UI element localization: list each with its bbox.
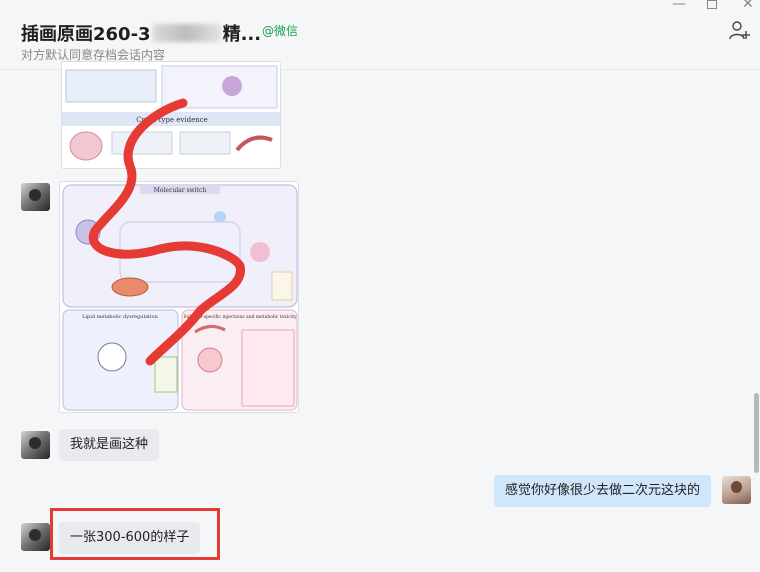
avatar-contact[interactable] — [21, 183, 50, 211]
wechat-tag: @微信 — [262, 24, 299, 38]
close-icon[interactable]: ✕ — [742, 0, 754, 12]
annotation-highlight-box — [50, 508, 220, 560]
message-list[interactable]: Cross-type evidence Molecular switch Lip… — [0, 61, 760, 572]
message-bubble[interactable]: 感觉你好像很少去做二次元这块的 — [493, 475, 711, 507]
avatar-self[interactable] — [722, 476, 751, 504]
maximize-icon[interactable] — [707, 0, 717, 9]
chat-title: 插画原画260-3 精... — [21, 20, 261, 46]
scrollbar-thumb[interactable] — [754, 393, 759, 473]
figure-heading-molecular-switch: Molecular switch — [154, 187, 207, 194]
avatar-contact[interactable] — [21, 523, 50, 551]
message-bubble[interactable]: 我就是画这种 — [59, 429, 160, 461]
figure-heading-subtype: Subtype-specific injections and metaboli… — [183, 314, 297, 320]
scientific-illustration-top: Cross-type evidence — [62, 65, 280, 161]
chat-title-suffix: 精... — [222, 24, 262, 45]
chat-title-prefix: 插画原画260-3 — [21, 24, 151, 45]
image-message-figure[interactable]: Molecular switch Lipid metabolic dysregu… — [59, 181, 299, 413]
chat-header: 插画原画260-3 精... @微信 对方默认同意存档会话内容 — ✕ — [0, 0, 760, 70]
image-message-top[interactable]: Cross-type evidence — [61, 61, 281, 169]
minimize-icon[interactable]: — — [672, 0, 686, 12]
figure-heading-lipid: Lipid metabolic dysregulation — [82, 314, 159, 320]
top-panel-heading: Cross-type evidence — [136, 116, 208, 124]
avatar-contact[interactable] — [21, 431, 50, 459]
redacted-blur — [152, 24, 221, 42]
scientific-illustration-figure: Molecular switch Lipid metabolic dysregu… — [62, 184, 298, 411]
add-user-icon[interactable] — [728, 20, 750, 42]
